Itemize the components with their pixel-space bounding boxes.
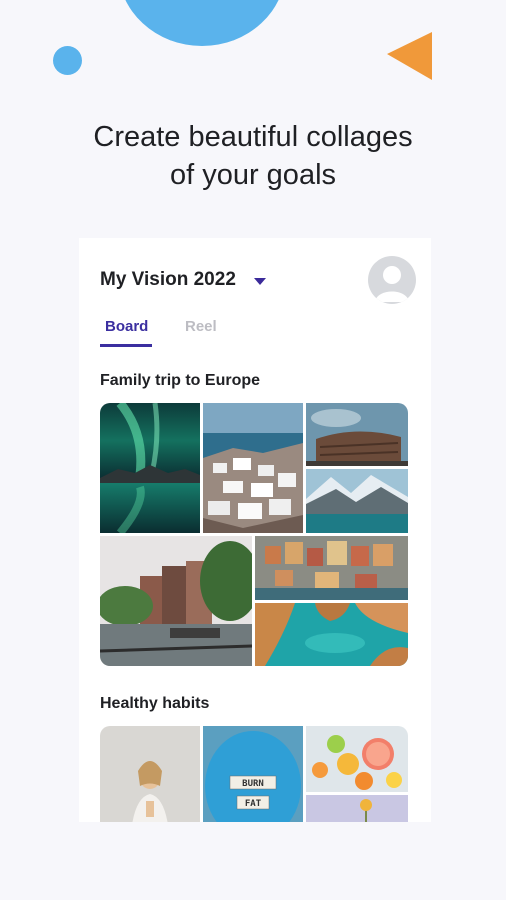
burn-fat-plate-photo[interactable]: BURN FAT (203, 726, 303, 822)
colosseum-photo[interactable] (306, 403, 408, 466)
user-avatar-icon[interactable] (368, 256, 416, 304)
aurora-lake-photo[interactable] (100, 403, 200, 533)
decor-circle-large (118, 0, 286, 46)
caret-down-icon[interactable] (254, 278, 266, 285)
burn-text: BURN (242, 779, 264, 789)
decor-triangle (387, 32, 432, 80)
flower-photo[interactable] (306, 795, 408, 822)
board-title[interactable]: My Vision 2022 (100, 269, 236, 291)
headline-line-1: Create beautiful collages (93, 121, 413, 153)
meditation-photo[interactable] (100, 726, 200, 822)
section-title-europe: Family trip to Europe (100, 372, 261, 389)
headline: Create beautiful collages of your goals (0, 118, 506, 194)
cinque-terre-photo[interactable] (255, 536, 408, 600)
headline-line-2: of your goals (169, 159, 337, 191)
tab-reel[interactable]: Reel (185, 318, 217, 335)
collage-healthy[interactable]: BURN FAT (100, 726, 408, 822)
citrus-fruit-photo[interactable] (306, 726, 408, 792)
algarve-cove-photo[interactable] (255, 603, 408, 666)
amsterdam-canal-photo[interactable] (100, 536, 252, 666)
collage-europe[interactable] (100, 403, 408, 666)
alpine-lake-photo[interactable] (306, 469, 408, 533)
fat-text: FAT (245, 799, 262, 809)
vision-board-card: My Vision 2022 Board Reel Family trip to… (79, 238, 431, 822)
tab-board[interactable]: Board (105, 318, 148, 335)
decor-circle-small (53, 46, 82, 75)
section-title-healthy: Healthy habits (100, 695, 210, 712)
santorini-photo[interactable] (203, 403, 303, 533)
tab-active-indicator (100, 344, 152, 347)
